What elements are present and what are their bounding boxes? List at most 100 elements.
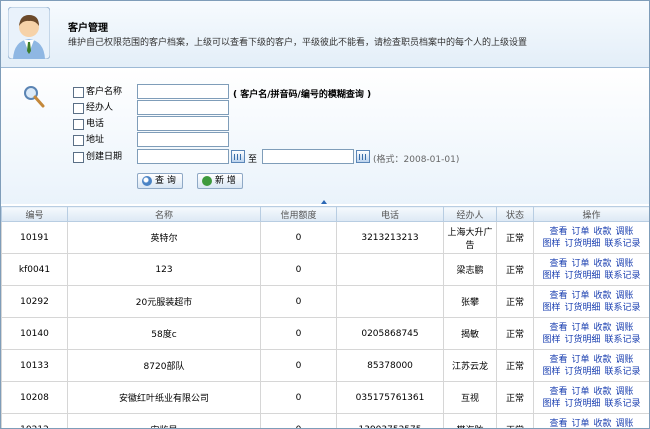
- cell-id: 10133: [1, 349, 68, 382]
- cell-status: 正常: [496, 381, 534, 414]
- end-date-calendar-icon[interactable]: [356, 150, 370, 163]
- cell-name: 58度c: [67, 317, 261, 350]
- table-row[interactable]: 10133 8720部队 0 85378000 江苏云龙 正常 查看 订单 收款 调账 图样 订货明细…: [1, 349, 649, 382]
- receipt-link[interactable]: 收款: [594, 291, 612, 301]
- contact-record-link[interactable]: 联系记录: [605, 367, 641, 377]
- order-link[interactable]: 订单: [571, 323, 589, 333]
- order-link[interactable]: 订单: [571, 387, 589, 397]
- table-row[interactable]: 10191 英特尔 0 3213213213 上海大升广告 正常 查看 订单 收款 调账 图样 订货明…: [1, 221, 649, 254]
- start-date-input[interactable]: [137, 149, 229, 164]
- adjust-link[interactable]: 调账: [616, 259, 634, 269]
- filter-phone: 电话: [73, 117, 104, 131]
- query-button[interactable]: 查 询: [137, 173, 183, 189]
- end-date-input[interactable]: [262, 149, 354, 164]
- adjust-link[interactable]: 调账: [616, 419, 634, 429]
- receipt-link[interactable]: 收款: [594, 227, 612, 237]
- table-row[interactable]: 10292 20元服装超市 0 张攀 正常 查看 订单 收款 调账 图样 订货明细 联系记录: [1, 285, 649, 318]
- order-link[interactable]: 订单: [571, 291, 589, 301]
- order-detail-link[interactable]: 订货明细: [564, 239, 600, 249]
- view-link[interactable]: 查看: [549, 419, 567, 429]
- receipt-link[interactable]: 收款: [594, 323, 612, 333]
- order-link[interactable]: 订单: [571, 259, 589, 269]
- table-row[interactable]: kf0041 123 0 梁志鹏 正常 查看 订单 收款 调账 图样 订货明细 联系记录: [1, 253, 649, 286]
- view-link[interactable]: 查看: [549, 259, 567, 269]
- contact-record-link[interactable]: 联系记录: [605, 303, 641, 313]
- cell-phone: [336, 253, 444, 286]
- cell-credit: 0: [260, 349, 337, 382]
- contact-record-link[interactable]: 联系记录: [605, 399, 641, 409]
- order-detail-link[interactable]: 订货明细: [564, 335, 600, 345]
- pattern-link[interactable]: 图样: [542, 271, 560, 281]
- address-label: 地址: [86, 135, 105, 145]
- cell-agent: 互视: [443, 381, 497, 414]
- customer-name-checkbox[interactable]: [73, 86, 84, 98]
- customer-name-input[interactable]: [137, 84, 229, 99]
- address-input[interactable]: [137, 132, 229, 147]
- pattern-link[interactable]: 图样: [542, 239, 560, 249]
- adjust-link[interactable]: 调账: [616, 387, 634, 397]
- column-header-actions: 操作: [533, 206, 649, 222]
- cell-actions: 查看订单收款调账图样订货明细联系记录: [533, 221, 649, 254]
- receipt-link[interactable]: 收款: [594, 419, 612, 429]
- search-hint: ( 客户名/拼音码/编号的模糊查询 ): [233, 90, 372, 100]
- order-detail-link[interactable]: 订货明细: [564, 271, 600, 281]
- adjust-link[interactable]: 调账: [616, 291, 634, 301]
- view-link[interactable]: 查看: [549, 355, 567, 365]
- table-row[interactable]: 10208 安徽红叶纸业有限公司 0 035175761361 互视 正常 查看 订单 收款 调账…: [1, 381, 649, 414]
- page-description: 维护自己权限范围的客户档案，上级可以查看下级的客户，平级彼此不能看，请检查职员档…: [68, 38, 528, 48]
- customer-name-label: 客户名称: [86, 87, 123, 97]
- phone-checkbox[interactable]: [73, 118, 84, 130]
- contact-record-link[interactable]: 联系记录: [605, 271, 641, 281]
- order-detail-link[interactable]: 订货明细: [564, 303, 600, 313]
- order-link[interactable]: 订单: [571, 419, 589, 429]
- phone-label: 电话: [86, 119, 105, 129]
- column-header-name[interactable]: 名称: [67, 206, 261, 222]
- column-header-credit[interactable]: 信用额度: [260, 206, 337, 222]
- pattern-link[interactable]: 图样: [542, 303, 560, 313]
- create-date-label: 创建日期: [86, 152, 123, 162]
- cell-name: 123: [67, 253, 261, 286]
- start-date-calendar-icon[interactable]: [231, 150, 245, 163]
- pattern-link[interactable]: 图样: [542, 335, 560, 345]
- cell-actions: 查看订单收款调账图样订货明细联系记录: [533, 349, 649, 382]
- adjust-link[interactable]: 调账: [616, 355, 634, 365]
- cell-status: 正常: [496, 317, 534, 350]
- create-date-checkbox[interactable]: [73, 151, 84, 163]
- column-header-agent[interactable]: 经办人: [443, 206, 497, 222]
- column-header-id[interactable]: 编号: [1, 206, 68, 222]
- phone-input[interactable]: [137, 116, 229, 131]
- receipt-link[interactable]: 收款: [594, 355, 612, 365]
- table-row[interactable]: 10140 58度c 0 0205868745 揭敏 正常 查看 订单 收款 调账 图样 订货明细 联系…: [1, 317, 649, 350]
- view-link[interactable]: 查看: [549, 387, 567, 397]
- order-detail-link[interactable]: 订货明细: [564, 367, 600, 377]
- add-button[interactable]: 新 增: [197, 173, 243, 189]
- table-row[interactable]: 10212安监局013903752575樊海防正常查看订单收款调账图样订货明细联…: [1, 413, 649, 429]
- agent-input[interactable]: [137, 100, 229, 115]
- column-header-phone[interactable]: 电话: [336, 206, 444, 222]
- search-panel: 客户名称 经办人 电话 地址 创建日期 至 (格式：2008-01-01) ( …: [1, 68, 649, 204]
- adjust-link[interactable]: 调账: [616, 227, 634, 237]
- address-checkbox[interactable]: [73, 134, 84, 146]
- pattern-link[interactable]: 图样: [542, 367, 560, 377]
- user-avatar-icon: [8, 7, 50, 59]
- cell-credit: 0: [260, 285, 337, 318]
- view-link[interactable]: 查看: [549, 227, 567, 237]
- view-link[interactable]: 查看: [549, 323, 567, 333]
- query-button-label: 查 询: [155, 176, 176, 186]
- contact-record-link[interactable]: 联系记录: [605, 335, 641, 345]
- order-detail-link[interactable]: 订货明细: [564, 399, 600, 409]
- receipt-link[interactable]: 收款: [594, 259, 612, 269]
- agent-checkbox[interactable]: [73, 102, 84, 114]
- collapse-search-icon[interactable]: [321, 200, 327, 204]
- cell-id: 10191: [1, 221, 68, 254]
- order-link[interactable]: 订单: [571, 227, 589, 237]
- pattern-link[interactable]: 图样: [542, 399, 560, 409]
- adjust-link[interactable]: 调账: [616, 323, 634, 333]
- cell-status: 正常: [496, 221, 534, 254]
- contact-record-link[interactable]: 联系记录: [605, 239, 641, 249]
- column-header-status[interactable]: 状态: [496, 206, 534, 222]
- cell-agent: 揭敏: [443, 317, 497, 350]
- view-link[interactable]: 查看: [549, 291, 567, 301]
- order-link[interactable]: 订单: [571, 355, 589, 365]
- receipt-link[interactable]: 收款: [594, 387, 612, 397]
